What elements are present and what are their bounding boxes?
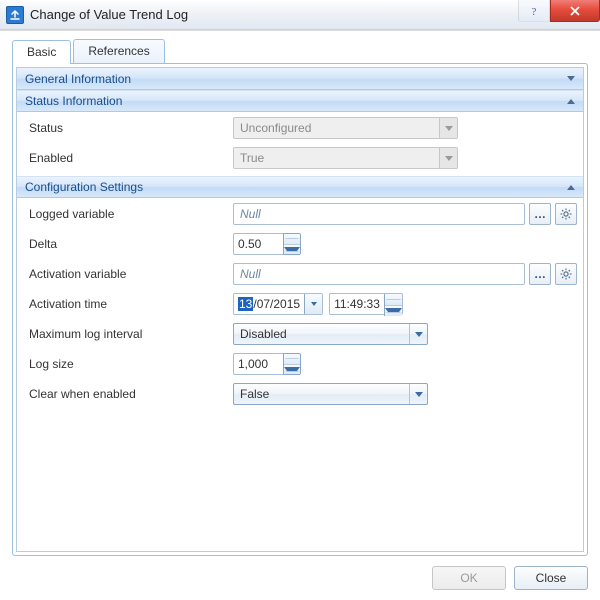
window-title: Change of Value Trend Log [30,7,518,22]
log-size-label: Log size [23,357,233,371]
dialog-footer: OK Close [12,566,588,590]
close-button[interactable]: Close [514,566,588,590]
tab-container: Basic References General Information Sta… [12,39,588,556]
section-general-header[interactable]: General Information [17,68,583,90]
delta-spinner[interactable]: 0.50 [233,233,301,255]
title-bar: Change of Value Trend Log ? [0,0,600,30]
enabled-label: Enabled [23,151,233,165]
activation-time-input[interactable]: 11:49:33 [329,293,403,315]
close-label: Close [536,571,567,585]
spin-down-button[interactable] [284,365,300,375]
date-rest: /07/2015 [253,297,300,311]
tab-panel-basic: General Information Status Information S… [12,63,588,556]
date-day-selected: 13 [238,297,253,311]
dropdown-icon [409,324,427,344]
spin-up-button[interactable] [284,234,300,245]
chevron-up-icon [567,185,575,190]
status-combo: Unconfigured [233,117,458,139]
activation-date-input[interactable]: 13/07/2015 [233,293,323,315]
section-config-body: Logged variable Null … Delta [17,198,583,412]
browse-button[interactable]: … [529,263,551,285]
logged-variable-value: Null [240,207,261,221]
browse-button[interactable]: … [529,203,551,225]
spin-down-button[interactable] [385,306,402,317]
app-icon [6,6,24,24]
enabled-value: True [240,151,264,165]
ok-button[interactable]: OK [432,566,506,590]
tab-label: References [88,44,149,58]
status-value: Unconfigured [240,121,311,135]
dropdown-icon [409,384,427,404]
section-title: Configuration Settings [25,180,143,194]
gear-button[interactable] [555,263,577,285]
spin-up-button[interactable] [385,294,402,306]
logged-variable-label: Logged variable [23,207,233,221]
activation-variable-label: Activation variable [23,267,233,281]
spin-down-button[interactable] [284,245,300,255]
delta-label: Delta [23,237,233,251]
log-size-spinner[interactable]: 1,000 [233,353,301,375]
max-interval-value: Disabled [240,327,287,341]
gear-icon [559,267,573,281]
tab-basic[interactable]: Basic [12,40,71,64]
spin-up-button[interactable] [284,354,300,365]
section-config-header[interactable]: Configuration Settings [17,176,583,198]
activation-variable-value: Null [240,267,261,281]
svg-text:?: ? [532,6,537,17]
section-status-header[interactable]: Status Information [17,90,583,112]
clear-enabled-combo[interactable]: False [233,383,428,405]
logged-variable-input[interactable]: Null [233,203,525,225]
calendar-dropdown-button[interactable] [304,294,322,314]
section-title: Status Information [25,94,122,108]
activation-time-label: Activation time [23,297,233,311]
activation-variable-input[interactable]: Null [233,263,525,285]
time-value: 11:49:33 [330,294,384,314]
dropdown-icon [439,148,457,168]
log-size-value[interactable]: 1,000 [233,353,283,375]
tab-label: Basic [27,45,56,59]
clear-enabled-value: False [240,387,269,401]
dialog-body: Basic References General Information Sta… [0,30,600,600]
clear-enabled-label: Clear when enabled [23,387,233,401]
tab-references[interactable]: References [73,39,164,63]
section-status-body: Status Unconfigured Enabled True [17,112,583,176]
close-window-button[interactable] [550,0,600,22]
gear-button[interactable] [555,203,577,225]
chevron-down-icon [567,76,575,81]
ok-label: OK [460,571,477,585]
delta-value[interactable]: 0.50 [233,233,283,255]
status-label: Status [23,121,233,135]
max-interval-label: Maximum log interval [23,327,233,341]
enabled-combo: True [233,147,458,169]
help-button[interactable]: ? [518,0,550,22]
chevron-up-icon [567,99,575,104]
gear-icon [559,207,573,221]
max-interval-combo[interactable]: Disabled [233,323,428,345]
dropdown-icon [439,118,457,138]
section-title: General Information [25,72,131,86]
